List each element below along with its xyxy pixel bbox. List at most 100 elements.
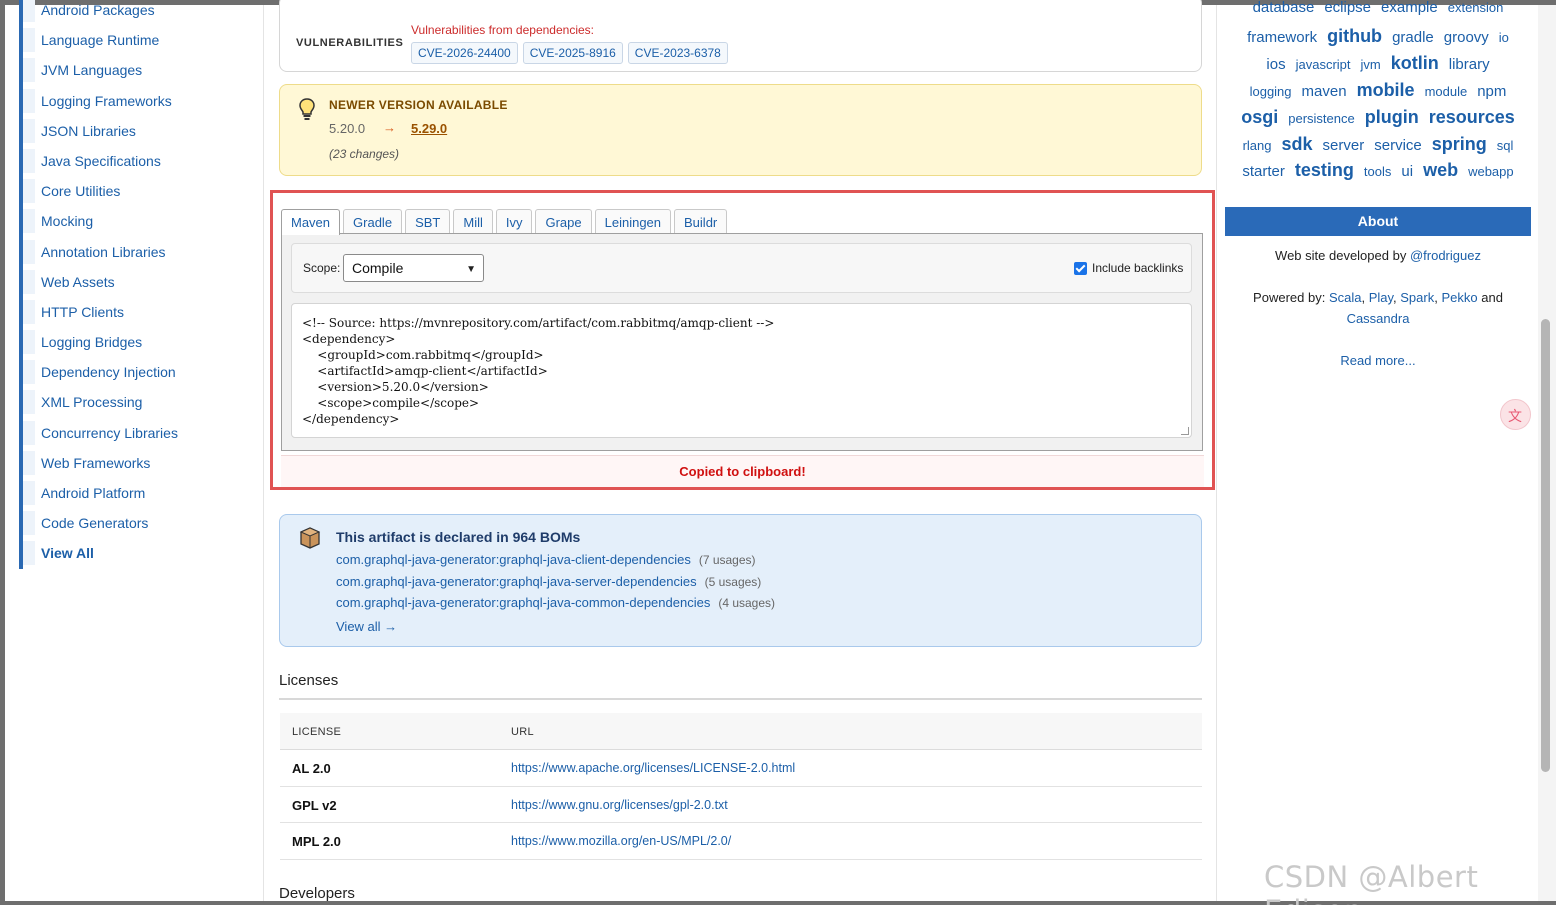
sidebar-category-link[interactable]: JSON Libraries (19, 115, 259, 146)
tag-link[interactable]: resources (1429, 107, 1515, 128)
sidebar-category-label: Web Assets (41, 273, 115, 290)
sidebar-category-link[interactable]: HTTP Clients (19, 296, 259, 328)
tag-link[interactable]: groovy (1444, 29, 1489, 46)
bom-link[interactable]: com.graphql-java-generator:graphql-java-… (336, 574, 697, 589)
tab-body: Scope: Compile ▼ Include backlinks <!-- … (281, 233, 1203, 451)
sidebar-category-link[interactable]: Core Utilities (19, 176, 259, 207)
vulnerabilities-label: VULNERABILITIES (296, 37, 404, 49)
sidebar-category-link[interactable]: Logging Bridges (19, 327, 259, 358)
sidebar-category-link[interactable]: XML Processing (19, 387, 259, 418)
tag-link[interactable]: eclipse (1324, 0, 1371, 16)
sidebar-category-label: Android Packages (41, 2, 155, 18)
developer-link[interactable]: @frodriguez (1410, 248, 1481, 263)
boms-view-all-link[interactable]: View all → (336, 619, 397, 634)
cve-link[interactable]: CVE-2025-8916 (522, 42, 623, 64)
tab-gradle[interactable]: Gradle (343, 209, 403, 234)
bom-link[interactable]: com.graphql-java-generator:graphql-java-… (336, 595, 710, 610)
view-all-link[interactable]: View All (19, 538, 259, 569)
scrollbar[interactable] (1538, 5, 1556, 901)
play-link[interactable]: Play (1369, 290, 1393, 305)
tag-link[interactable]: sql (1497, 138, 1514, 153)
cassandra-link[interactable]: Cassandra (1347, 311, 1410, 326)
sidebar-category-link[interactable]: Web Assets (19, 266, 259, 297)
tag-link[interactable]: framework (1247, 29, 1317, 46)
tag-link[interactable]: extension (1448, 0, 1504, 15)
sidebar-category-link[interactable]: Mocking (19, 206, 259, 237)
tab-mill[interactable]: Mill (453, 209, 493, 234)
tab-ivy[interactable]: Ivy (495, 209, 533, 234)
spark-link[interactable]: Spark (1400, 290, 1434, 305)
license-url-link[interactable]: https://www.mozilla.org/en-US/MPL/2.0/ (511, 834, 731, 848)
dependency-code[interactable]: <!-- Source: https://mvnrepository.com/a… (291, 303, 1192, 438)
boms-title: This artifact is declared in 964 BOMs (336, 529, 581, 545)
newer-version-link[interactable]: 5.29.0 (411, 121, 447, 136)
tab-maven[interactable]: Maven (281, 209, 341, 235)
tag-link[interactable]: spring (1432, 134, 1487, 155)
tag-link[interactable]: npm (1477, 83, 1506, 100)
tag-link[interactable]: javascript (1296, 57, 1351, 72)
bom-link[interactable]: com.graphql-java-generator:graphql-java-… (336, 552, 691, 567)
license-column-header: LICENSE (292, 726, 342, 738)
tab-grape[interactable]: Grape (535, 209, 592, 234)
tag-link[interactable]: logging (1250, 84, 1292, 99)
backlinks-checkbox[interactable] (1074, 261, 1087, 275)
tag-link[interactable]: webapp (1468, 164, 1514, 179)
tab-leiningen[interactable]: Leiningen (594, 209, 672, 234)
tag-link[interactable]: web (1423, 160, 1458, 181)
sidebar-category-link[interactable]: Annotation Libraries (19, 236, 259, 267)
tag-link[interactable]: mobile (1357, 80, 1415, 101)
tag-link[interactable]: starter (1242, 163, 1285, 180)
sidebar-category-link[interactable]: Concurrency Libraries (19, 417, 259, 448)
tag-link[interactable]: tools (1364, 164, 1391, 179)
include-backlinks-toggle[interactable]: Include backlinks (1074, 261, 1183, 275)
tag-link[interactable]: plugin (1365, 107, 1419, 128)
tag-link[interactable]: database (1253, 0, 1315, 16)
license-name: MPL 2.0 (292, 834, 341, 849)
tag-link[interactable]: sdk (1282, 134, 1313, 155)
scrollbar-thumb[interactable] (1541, 319, 1550, 772)
tag-link[interactable]: maven (1302, 83, 1347, 100)
sidebar-category-link[interactable]: Java Specifications (19, 145, 259, 177)
tag-link[interactable]: module (1425, 84, 1468, 99)
tag-link[interactable]: kotlin (1391, 53, 1439, 74)
tag-link[interactable]: ui (1401, 163, 1413, 180)
tag-link[interactable]: server (1323, 137, 1365, 154)
cve-link[interactable]: CVE-2026-24400 (411, 42, 518, 64)
scope-select[interactable]: Compile ▼ (343, 254, 484, 282)
current-version: 5.20.0 (329, 121, 366, 136)
tab-buildr[interactable]: Buildr (674, 209, 728, 234)
sidebar-category-link[interactable]: Android Platform (19, 478, 259, 509)
sidebar-category-link[interactable]: Language Runtime (19, 25, 259, 56)
sidebar-category-link[interactable]: Code Generators (19, 508, 259, 539)
tag-link[interactable]: persistence (1288, 111, 1354, 126)
pekko-link[interactable]: Pekko (1441, 290, 1477, 305)
tag-link[interactable]: service (1374, 137, 1422, 154)
translate-icon[interactable] (1500, 399, 1531, 430)
url-column-header: URL (511, 726, 534, 738)
read-more-link[interactable]: Read more... (1340, 353, 1415, 368)
tag-link[interactable]: library (1449, 56, 1490, 73)
sidebar-category-link[interactable]: Dependency Injection (19, 357, 259, 388)
license-url-link[interactable]: https://www.gnu.org/licenses/gpl-2.0.txt (511, 798, 728, 812)
tag-link[interactable]: example (1381, 0, 1438, 16)
tag-link[interactable]: rlang (1243, 138, 1272, 153)
tag-link[interactable]: jvm (1361, 57, 1381, 72)
scala-link[interactable]: Scala (1329, 290, 1362, 305)
tag-link[interactable]: ios (1266, 56, 1285, 73)
sidebar-category-link[interactable]: Web Frameworks (19, 447, 259, 478)
tag-link[interactable]: testing (1295, 160, 1354, 181)
tag-link[interactable]: gradle (1392, 29, 1434, 46)
cve-link[interactable]: CVE-2023-6378 (627, 42, 728, 64)
tag-row: logging maven mobile module npm (1217, 80, 1539, 101)
tab-sbt[interactable]: SBT (405, 209, 451, 234)
tag-link[interactable]: io (1499, 30, 1509, 45)
bom-item: com.graphql-java-generator:graphql-java-… (336, 552, 756, 567)
tag-link[interactable]: github (1327, 26, 1382, 47)
sidebar-category-link[interactable]: JVM Languages (19, 55, 259, 86)
tag-link[interactable]: osgi (1241, 107, 1278, 128)
license-url-link[interactable]: https://www.apache.org/licenses/LICENSE-… (511, 761, 795, 775)
sidebar-category-link[interactable]: Logging Frameworks (19, 85, 259, 116)
resize-handle[interactable] (1181, 427, 1189, 435)
bom-usage: (7 usages) (698, 553, 756, 567)
sidebar-category-link[interactable]: Android Packages (19, 0, 259, 26)
